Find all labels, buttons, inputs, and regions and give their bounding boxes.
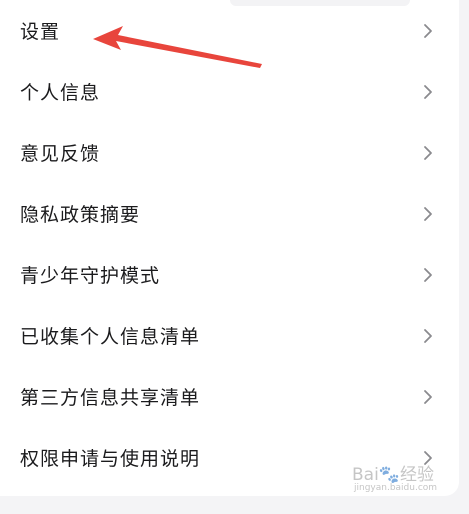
- menu-item-settings[interactable]: 设置: [0, 0, 459, 61]
- menu-item-third-party-sharing[interactable]: 第三方信息共享清单: [0, 366, 459, 427]
- chevron-right-icon: [421, 389, 435, 405]
- menu-item-label: 权限申请与使用说明: [20, 448, 201, 470]
- menu-item-privacy-summary[interactable]: 隐私政策摘要: [0, 183, 459, 244]
- menu-item-feedback[interactable]: 意见反馈: [0, 122, 459, 183]
- menu-item-label: 已收集个人信息清单: [20, 326, 201, 348]
- settings-menu-list: 设置 个人信息 意见反馈 隐私政策摘要 青少年守护模式 已收集个人信息清单 第三…: [0, 0, 459, 488]
- menu-item-label: 设置: [20, 21, 61, 43]
- chevron-right-icon: [421, 145, 435, 161]
- chevron-right-icon: [421, 267, 435, 283]
- chevron-right-icon: [421, 206, 435, 222]
- menu-item-label: 个人信息: [20, 82, 101, 104]
- menu-item-label: 青少年守护模式: [20, 265, 161, 287]
- chevron-right-icon: [421, 23, 435, 39]
- menu-item-collected-info-list[interactable]: 已收集个人信息清单: [0, 305, 459, 366]
- menu-item-permissions-info[interactable]: 权限申请与使用说明: [0, 427, 459, 488]
- menu-item-label: 意见反馈: [20, 143, 101, 165]
- chevron-right-icon: [421, 84, 435, 100]
- menu-item-youth-mode[interactable]: 青少年守护模式: [0, 244, 459, 305]
- menu-item-label: 第三方信息共享清单: [20, 387, 201, 409]
- chevron-right-icon: [421, 328, 435, 344]
- settings-menu-card: 设置 个人信息 意见反馈 隐私政策摘要 青少年守护模式 已收集个人信息清单 第三…: [0, 0, 459, 496]
- menu-item-label: 隐私政策摘要: [20, 204, 141, 226]
- menu-item-personal-info[interactable]: 个人信息: [0, 61, 459, 122]
- chevron-right-icon: [421, 450, 435, 466]
